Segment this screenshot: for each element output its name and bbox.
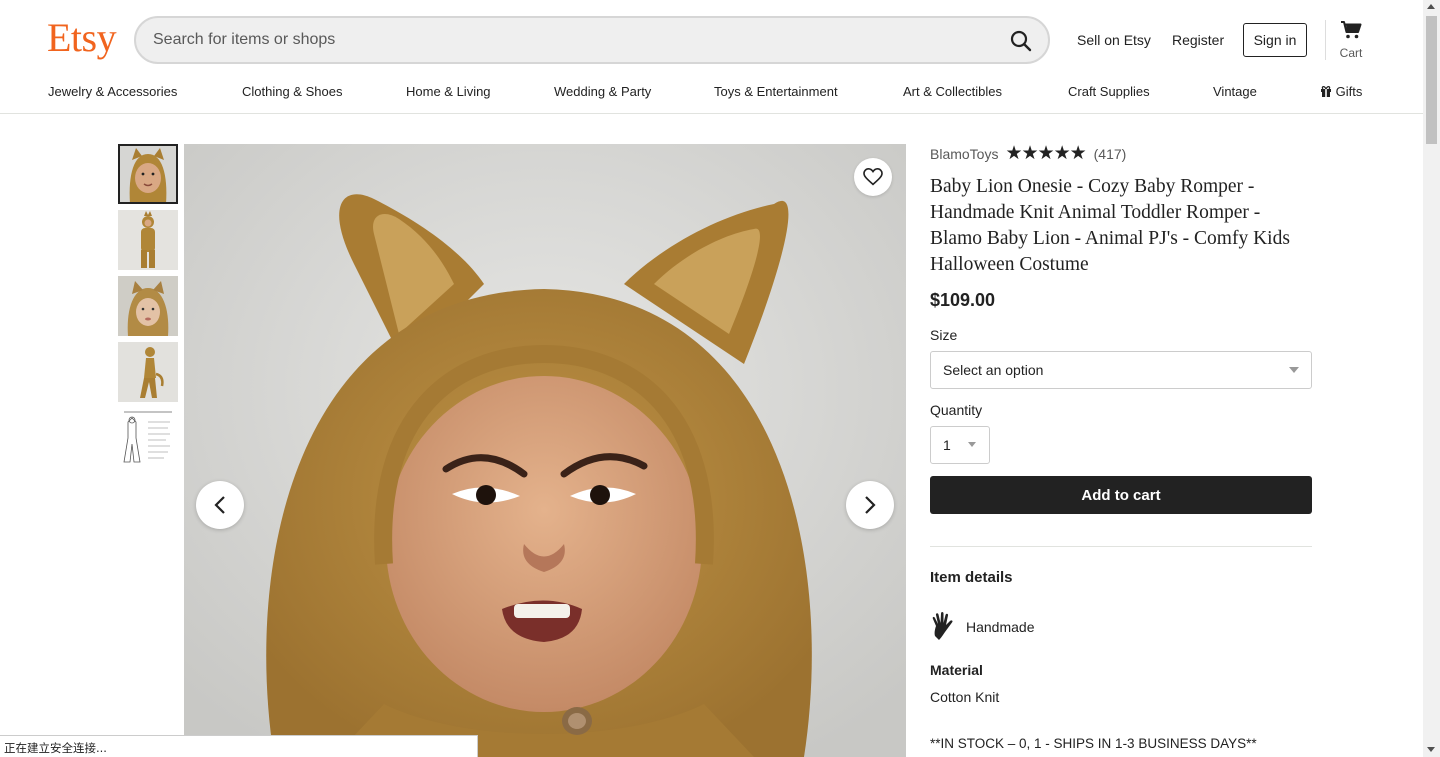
category-craft-supplies[interactable]: Craft Supplies [1068,84,1150,99]
shop-rating-line: BlamoToys ★★★★★ (417) [930,144,1127,163]
rating-stars[interactable]: ★★★★★ [1005,144,1086,163]
category-toys-entertainment[interactable]: Toys & Entertainment [714,84,838,99]
size-select-value: Select an option [943,362,1044,378]
stock-note: **IN STOCK – 0, 1 - SHIPS IN 1-3 BUSINES… [930,736,1257,751]
page-scrollbar[interactable] [1423,0,1440,757]
next-image-button[interactable] [846,481,894,529]
section-divider [930,546,1312,547]
size-select[interactable]: Select an option [930,351,1312,389]
material-value: Cotton Knit [930,689,1000,705]
quantity-select-value: 1 [943,437,951,453]
caret-down-icon [1289,367,1299,373]
gift-icon [1321,86,1331,97]
add-to-cart-button[interactable]: Add to cart [930,476,1312,514]
header-divider [1325,20,1326,60]
thumbnail-image [118,408,178,468]
caret-down-icon [968,442,976,447]
listing-title: Baby Lion Onesie - Cozy Baby Romper - Ha… [930,176,1290,275]
hand-icon [932,612,953,640]
quantity-label: Quantity [930,402,983,418]
category-jewelry-accessories[interactable]: Jewelry & Accessories [48,84,177,99]
thumbnail-image [118,342,178,402]
size-label: Size [930,327,958,343]
product-photo [184,144,906,757]
search-input[interactable] [136,18,986,62]
material-heading: Material [930,662,983,678]
register-link[interactable]: Register [1172,32,1224,48]
review-count[interactable]: (417) [1094,146,1127,162]
search-bar [134,16,1050,64]
sell-on-etsy-link[interactable]: Sell on Etsy [1077,32,1151,48]
category-wedding-party[interactable]: Wedding & Party [554,84,651,99]
chevron-left-icon [214,496,225,514]
category-gifts[interactable]: Gifts [1320,84,1362,99]
category-home-living[interactable]: Home & Living [406,84,491,99]
heart-icon [863,168,883,186]
thumbnail-2[interactable] [118,210,178,270]
shop-name-link[interactable]: BlamoToys [930,146,998,162]
scroll-up-arrow-icon[interactable] [1427,4,1435,9]
thumbnail-4[interactable] [118,342,178,402]
sign-in-button[interactable]: Sign in [1243,23,1307,57]
thumbnail-image [118,276,178,336]
listing-price: $109.00 [930,290,996,310]
category-nav: Jewelry & Accessories Clothing & Shoes H… [0,84,1424,104]
search-icon [1010,30,1032,52]
thumbnail-image [118,210,178,270]
cart-icon [1341,21,1362,39]
thumbnail-3[interactable] [118,276,178,336]
category-gifts-label: Gifts [1335,84,1363,99]
thumbnail-image [118,144,178,204]
handmade-label: Handmade [966,619,1035,635]
cart-label: Cart [1339,46,1363,60]
etsy-logo[interactable]: Etsy [47,14,117,61]
previous-image-button[interactable] [196,481,244,529]
item-details-heading[interactable]: Item details [930,569,1013,586]
category-art-collectibles[interactable]: Art & Collectibles [903,84,1002,99]
cart-button[interactable]: Cart [1334,20,1368,60]
scroll-down-arrow-icon[interactable] [1427,747,1435,752]
category-vintage[interactable]: Vintage [1213,84,1257,99]
thumbnail-5[interactable] [118,408,178,468]
main-product-image[interactable] [184,144,906,757]
category-clothing-shoes[interactable]: Clothing & Shoes [242,84,342,99]
handmade-badge: Handmade [930,612,1035,642]
favorite-button[interactable] [854,158,892,196]
scrollbar-thumb[interactable] [1426,16,1437,144]
chevron-right-icon [865,496,876,514]
site-header: Etsy Sell on Etsy Register Sign in Cart … [0,0,1424,114]
thumbnail-1[interactable] [118,144,178,204]
browser-status-bar: 正在建立安全连接... [0,735,478,757]
search-button[interactable] [1006,26,1036,56]
quantity-select[interactable]: 1 [930,426,990,464]
